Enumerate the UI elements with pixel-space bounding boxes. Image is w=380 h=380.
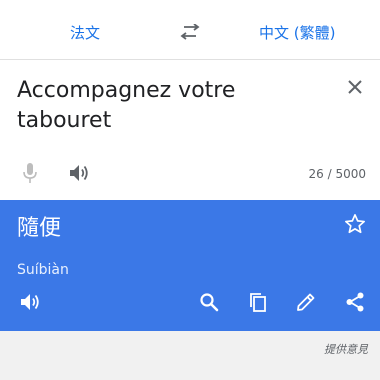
language-bar: 法文 中文 (繁體) bbox=[0, 0, 380, 60]
share-icon[interactable] bbox=[344, 291, 366, 313]
swap-arrows-icon bbox=[179, 24, 201, 40]
volume-icon[interactable] bbox=[68, 162, 90, 184]
search-icon[interactable] bbox=[198, 291, 220, 313]
star-outline-icon[interactable] bbox=[344, 213, 366, 235]
translated-text: 隨便 bbox=[17, 216, 62, 241]
transliteration: Suíbiàn bbox=[17, 262, 69, 278]
target-language-button[interactable]: 中文 (繁體) bbox=[259, 22, 335, 43]
clear-input-button[interactable] bbox=[344, 76, 366, 98]
feedback-link[interactable]: 提供意見 bbox=[324, 341, 368, 357]
pencil-icon[interactable] bbox=[295, 291, 317, 313]
swap-languages-button[interactable] bbox=[178, 22, 202, 42]
source-language-button[interactable]: 法文 bbox=[70, 22, 100, 43]
copy-icon[interactable] bbox=[247, 291, 269, 313]
mic-icon[interactable] bbox=[22, 162, 38, 184]
translation-result-card: 隨便 Suíbiàn bbox=[0, 200, 380, 331]
character-counter: 26 / 5000 bbox=[308, 167, 366, 181]
source-input-card: Accompagnez votre tabouret 26 / 5000 bbox=[0, 60, 380, 200]
source-text-input[interactable]: Accompagnez votre tabouret bbox=[17, 76, 317, 136]
close-icon bbox=[347, 79, 363, 95]
result-volume-icon[interactable] bbox=[19, 291, 41, 313]
